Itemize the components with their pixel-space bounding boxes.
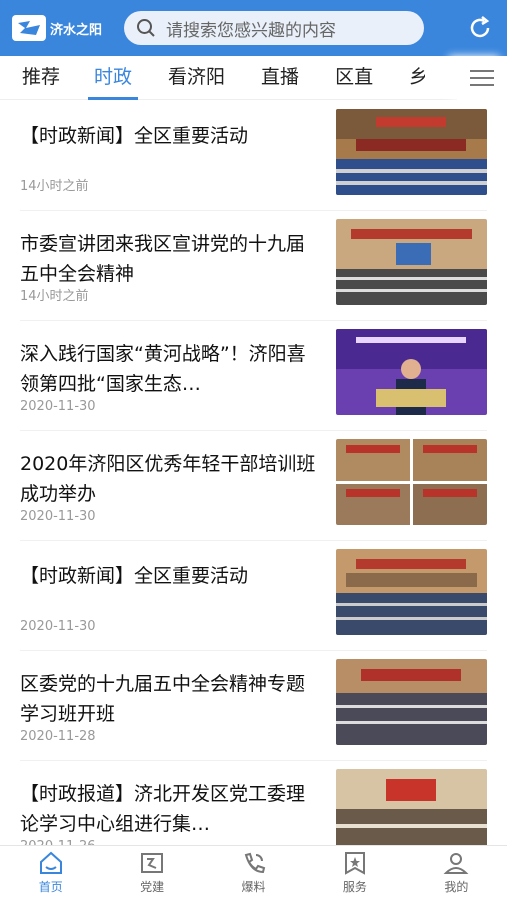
user-icon	[443, 853, 469, 874]
category-tabs: 推荐 时政 看济阳 直播 区直 乡	[0, 56, 507, 100]
phone-icon	[244, 852, 265, 874]
news-item[interactable]: 2020年济阳区优秀年轻干部培训班成功举办 2020-11-30	[20, 431, 487, 541]
tab-live[interactable]: 直播	[255, 56, 305, 100]
tabbar-label: 爆料	[241, 880, 266, 894]
tabbar-label: 我的	[444, 880, 469, 894]
news-item[interactable]: 市委宣讲团来我区宣讲党的十九届五中全会精神 14小时之前	[20, 211, 487, 321]
tabbar-report[interactable]: 爆料	[203, 846, 304, 900]
tabbar-home[interactable]: 首页	[0, 846, 101, 900]
refresh-button[interactable]	[465, 13, 495, 43]
tabbar-service[interactable]: 服务	[304, 846, 405, 900]
tab-township[interactable]: 乡	[403, 56, 425, 100]
news-time: 2020-11-30	[20, 509, 96, 524]
news-thumbnail	[336, 109, 487, 195]
search-icon	[137, 19, 155, 37]
top-header: 济水之阳 请搜索您感兴趣的内容	[0, 0, 507, 56]
news-thumbnail	[336, 659, 487, 745]
news-thumbnail	[336, 549, 487, 635]
news-title: 【时政新闻】全区重要活动	[20, 565, 249, 587]
news-title: 【时政新闻】全区重要活动	[20, 125, 249, 147]
news-title: 区委党的十九届五中全会精神专题学习班开班	[20, 673, 306, 725]
search-placeholder: 请搜索您感兴趣的内容	[166, 20, 336, 41]
party-icon	[141, 853, 164, 873]
news-item[interactable]: 区委党的十九届五中全会精神专题学习班开班 2020-11-28	[20, 651, 487, 761]
news-thumbnail	[336, 439, 487, 525]
tabbar-party[interactable]: 党建	[101, 846, 202, 900]
bottom-tab-bar: 首页 党建 爆料 服务 我的	[0, 845, 507, 900]
more-tabs-button[interactable]	[457, 56, 507, 100]
app-logo[interactable]: 济水之阳	[12, 13, 112, 43]
news-title: 2020年济阳区优秀年轻干部培训班成功举办	[20, 453, 316, 505]
news-title: 【时政报道】济北开发区党工委理论学习中心组进行集…	[20, 783, 306, 835]
menu-icon	[470, 70, 494, 86]
logo-mark-icon	[12, 15, 46, 41]
home-icon	[39, 851, 62, 874]
logo-text: 济水之阳	[50, 22, 103, 38]
tabbar-label: 党建	[140, 880, 165, 894]
news-time: 14小时之前	[20, 289, 89, 304]
news-thumbnail	[336, 769, 487, 845]
news-list: 【时政新闻】全区重要活动 14小时之前 市委宣讲团来我区宣讲党的十九届五中全会精…	[0, 101, 507, 845]
tabbar-profile[interactable]: 我的	[406, 846, 507, 900]
news-time: 2020-11-30	[20, 619, 96, 634]
news-time: 2020-11-28	[20, 729, 96, 744]
news-item[interactable]: 【时政新闻】全区重要活动 14小时之前	[20, 101, 487, 211]
news-item[interactable]: 【时政新闻】全区重要活动 2020-11-30	[20, 541, 487, 651]
news-item[interactable]: 深入践行国家“黄河战略”！济阳喜领第四批“国家生态… 2020-11-30	[20, 321, 487, 431]
tab-jiyang[interactable]: 看济阳	[162, 56, 231, 100]
tabbar-label: 首页	[38, 880, 63, 894]
news-title: 深入践行国家“黄河战略”！济阳喜领第四批“国家生态…	[20, 343, 306, 395]
news-thumbnail	[336, 329, 487, 415]
star-badge-icon	[344, 852, 365, 875]
tab-district[interactable]: 区直	[329, 56, 379, 100]
news-time: 2020-11-30	[20, 399, 96, 414]
tab-politics[interactable]: 时政	[88, 56, 139, 100]
search-bar[interactable]: 请搜索您感兴趣的内容	[124, 11, 424, 45]
tabbar-label: 服务	[342, 880, 367, 894]
news-item[interactable]: 【时政报道】济北开发区党工委理论学习中心组进行集… 2020-11-26	[20, 761, 487, 845]
news-thumbnail	[336, 219, 487, 305]
news-title: 市委宣讲团来我区宣讲党的十九届五中全会精神	[20, 233, 306, 285]
refresh-icon	[470, 16, 490, 38]
news-time: 14小时之前	[20, 179, 89, 194]
tab-recommend[interactable]: 推荐	[16, 56, 66, 100]
